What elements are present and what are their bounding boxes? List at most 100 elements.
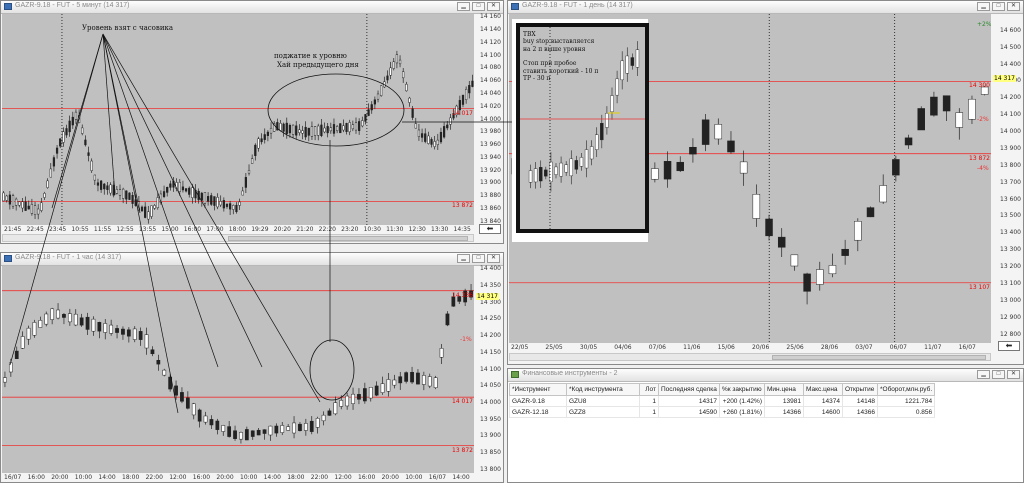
candle [8,190,11,210]
time-tick-label: 22:00 [310,474,329,481]
minimize-button[interactable]: ▁ [457,254,470,263]
candle [345,392,350,410]
candle [739,150,748,186]
time-tick-label: 23:20 [341,226,359,233]
candle [50,307,55,325]
maximize-button[interactable]: □ [472,2,485,11]
current-price-tag: 14 317 [993,74,1016,82]
column-header[interactable]: *Код инструмента [566,383,640,396]
time-tick-label: 20:20 [273,226,291,233]
price-tick-label: 14 160 [480,13,501,21]
column-header[interactable]: %к закрытию [719,383,765,396]
window-titlebar[interactable]: GAZR-9.18 - FUT - 1 день (14 317) ▁ □ ✕ [508,1,1023,14]
table-cell: 1 [639,406,659,418]
price-tick-label: 13 300 [1000,246,1021,254]
price-tick-label: 14 080 [480,64,501,72]
price-tick-label: 14 100 [480,365,501,373]
window-titlebar[interactable]: GAZR-9.18 - FUT - 5 минут (14 317) ▁ □ ✕ [1,1,503,14]
candle [879,174,887,204]
time-tick-label: 15:00 [161,226,179,233]
chart-plot-area[interactable]: 14 017 13 872 [2,14,474,225]
column-header[interactable]: Мин.цена [764,383,804,396]
candle [67,308,72,326]
candle [103,319,108,340]
candle [185,391,190,410]
column-header[interactable]: Лот [639,383,659,396]
maximize-button[interactable]: □ [992,370,1005,379]
column-header[interactable]: *Инструмент [509,383,567,396]
candle [132,326,137,343]
instruments-table[interactable]: *Инструмент *Код инструмента Лот Последн… [509,383,936,418]
candle [266,130,270,142]
window-titlebar[interactable]: Финансовые инструменты - 2 ▁ □ ✕ [508,369,1023,382]
table-cell: GAZR-9.18 [509,395,567,407]
candle [137,195,140,212]
candle [20,331,25,350]
time-tick-label: 14:00 [263,474,281,481]
candle [21,197,24,213]
candle [229,200,232,216]
candle [96,178,100,192]
maximize-button[interactable]: □ [472,254,485,263]
price-tick-label: 14 500 [1000,43,1021,51]
candle [374,381,379,397]
table-row[interactable]: GAZR-12.18 GZZ8 1 14590 +260 (1.81%) 143… [509,406,936,418]
candle [91,316,96,336]
candle [233,425,237,441]
horizontal-scrollbar[interactable] [2,234,474,242]
minimize-button[interactable]: ▁ [457,2,470,11]
candle [427,373,432,389]
candle [239,431,243,444]
candle [828,253,837,278]
candle [81,124,84,136]
candle [175,178,178,192]
time-tick-label: 18:00 [122,474,140,481]
window-titlebar[interactable]: GAZR-9.18 - FUT - 1 час (14 317) ▁ □ ✕ [1,253,503,266]
maximize-button[interactable]: □ [992,2,1005,11]
candle [383,76,386,89]
candle [342,119,345,133]
table-cell: 14590 [658,406,720,418]
candle [87,146,90,162]
candle [361,116,364,128]
level-price-label: 13 872 [452,202,473,210]
close-button[interactable]: ✕ [487,254,500,263]
column-header[interactable]: Макс.цена [803,383,843,396]
candle [232,204,235,215]
scroll-right-button[interactable]: ⬅ [998,341,1020,351]
close-button[interactable]: ✕ [487,2,500,11]
time-tick-label: 18:00 [228,226,247,233]
chart-plot-area[interactable]: 14 336 14 017 13 872 -1% [2,266,474,473]
scroll-right-button[interactable]: ⬅ [479,224,501,234]
table-row[interactable]: GAZR-9.18 GZU8 1 14317 +200 (1.42%) 1398… [509,395,936,407]
candle [449,113,452,130]
column-header[interactable]: Последняя сделка [658,383,720,396]
time-tick-label: 11/06 [683,344,701,351]
price-tick-label: 14 150 [480,348,501,356]
column-header[interactable]: *Оборот,млн.руб. [876,383,936,396]
scrollbar-thumb[interactable] [772,355,986,360]
close-button[interactable]: ✕ [1007,370,1020,379]
column-header[interactable]: Открытие [842,383,878,396]
trade-note-panel: ТВХ buy stop выставляется на 2 п выше ур… [512,19,649,242]
candle [280,421,285,436]
candle [301,125,304,140]
horizontal-scrollbar[interactable] [509,353,991,361]
candle [892,155,900,182]
minimize-button[interactable]: ▁ [977,370,990,379]
candle [71,111,74,129]
minimize-button[interactable]: ▁ [977,2,990,11]
candle [56,303,60,320]
candle [398,55,402,68]
candle [689,138,697,163]
scrollbar-thumb[interactable] [228,236,468,241]
time-tick-label: 11:30 [386,226,404,233]
table-cell: 14366 [764,406,804,418]
close-button[interactable]: ✕ [1007,2,1020,11]
candle [528,164,533,189]
candle [942,95,951,121]
candle [262,429,267,440]
candle [392,374,397,389]
candle [115,186,118,195]
candle [404,371,409,384]
